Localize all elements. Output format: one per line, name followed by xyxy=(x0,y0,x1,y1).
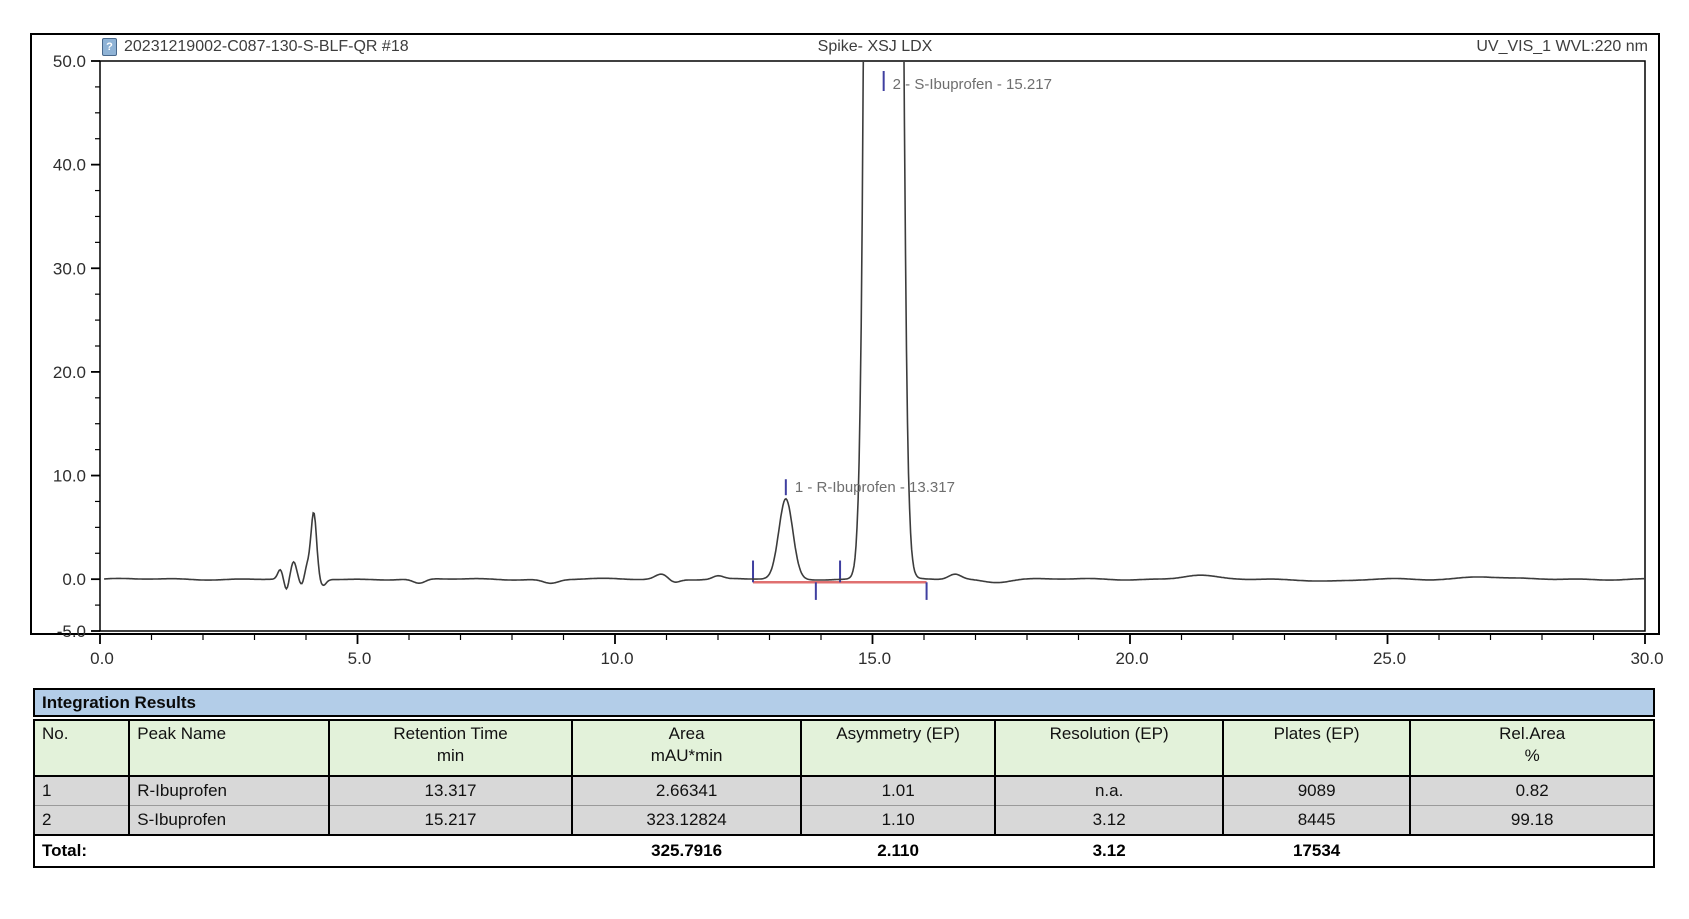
peak-label: 1 - R-Ibuprofen - 13.317 xyxy=(795,479,955,496)
table-row: 1R-Ibuprofen13.3172.663411.01n.a.90890.8… xyxy=(34,776,1654,806)
injection-icon-glyph: ? xyxy=(106,42,113,53)
results-table-foot: Total: 325.79162.1103.1217534 xyxy=(34,835,1654,867)
injection-name: Spike- XSJ LDX xyxy=(818,38,933,56)
outer-frame xyxy=(31,34,1659,634)
table-cell-retention-time: 13.317 xyxy=(329,776,573,806)
col-header-unit: mAU*min xyxy=(580,746,793,766)
col-header-no: No. xyxy=(34,720,129,776)
col-header-area: AreamAU*min xyxy=(572,720,801,776)
chart-header: ? 20231219002-C087-130-S-BLF-QR #18 Spik… xyxy=(102,38,1648,56)
y-axis-tick-label: 0.0 xyxy=(62,570,86,589)
injection-icon: ? xyxy=(102,38,117,56)
y-axis-tick-label: -5.0 xyxy=(57,622,86,641)
col-header-label: Area xyxy=(580,724,793,744)
col-header-label: Retention Time xyxy=(337,724,565,744)
table-cell-rel-area: 99.18 xyxy=(1410,806,1654,836)
table-cell-area: 323.12824 xyxy=(572,806,801,836)
x-axis-tick-label: 25.0 xyxy=(1373,649,1406,668)
table-cell-resolution-ep: n.a. xyxy=(995,776,1223,806)
total-asymmetry-ep: 2.110 xyxy=(801,835,995,867)
col-header-unit: % xyxy=(1418,746,1646,766)
total-resolution-ep: 3.12 xyxy=(995,835,1223,867)
results-header-row: No.Peak NameRetention TimeminAreamAU*min… xyxy=(34,720,1654,776)
x-axis-tick-label: 10.0 xyxy=(600,649,633,668)
total-peak-name xyxy=(129,835,328,867)
x-axis-tick-label: 15.0 xyxy=(858,649,891,668)
total-retention-time xyxy=(329,835,573,867)
table-cell-no: 2 xyxy=(34,806,129,836)
integration-results: Integration Results No. Peak Name Retentio… xyxy=(33,688,1655,868)
results-table-body: 1R-Ibuprofen13.3172.663411.01n.a.90890.8… xyxy=(34,776,1654,835)
col-header-label: Rel.Area xyxy=(1418,724,1646,744)
total-row: Total: 325.79162.1103.1217534 xyxy=(34,835,1654,867)
chromatogram: -5.00.010.020.030.040.050.00.05.010.015.… xyxy=(30,33,1680,681)
y-axis-tick-label: 50.0 xyxy=(53,52,86,71)
table-cell-asymmetry-ep: 1.01 xyxy=(801,776,995,806)
channel-label: UV_VIS_1 WVL:220 nm xyxy=(932,38,1648,56)
sample-id: 20231219002-C087-130-S-BLF-QR #18 xyxy=(124,38,409,56)
results-table: No.Peak NameRetention TimeminAreamAU*min… xyxy=(33,719,1655,868)
plot-frame xyxy=(100,61,1645,631)
results-table-head: No.Peak NameRetention TimeminAreamAU*min… xyxy=(34,720,1654,776)
table-cell-plates-ep: 9089 xyxy=(1223,776,1410,806)
x-axis-tick-label: 0.0 xyxy=(90,649,114,668)
col-header-retention-time: Retention Timemin xyxy=(329,720,573,776)
table-cell-no: 1 xyxy=(34,776,129,806)
total-area: 325.7916 xyxy=(572,835,801,867)
total-label: Total: xyxy=(34,835,129,867)
x-axis-tick-label: 5.0 xyxy=(348,649,372,668)
total-plates-ep: 17534 xyxy=(1223,835,1410,867)
col-header-rel-area: Rel.Area% xyxy=(1410,720,1654,776)
y-axis-tick-label: 20.0 xyxy=(53,363,86,382)
y-axis-tick-label: 30.0 xyxy=(53,259,86,278)
table-cell-retention-time: 15.217 xyxy=(329,806,573,836)
table-cell-peak-name: S-Ibuprofen xyxy=(129,806,328,836)
col-header-label: Peak Name xyxy=(137,724,320,744)
col-header-unit: min xyxy=(337,746,565,766)
col-header-label: Asymmetry (EP) xyxy=(809,724,987,744)
chromatogram-plot: -5.00.010.020.030.040.050.00.05.010.015.… xyxy=(30,33,1680,681)
col-header-label: No. xyxy=(42,724,121,744)
y-axis-tick-label: 10.0 xyxy=(53,467,86,486)
table-cell-area: 2.66341 xyxy=(572,776,801,806)
total-rel-area xyxy=(1410,835,1654,867)
x-axis-tick-label: 30.0 xyxy=(1630,649,1663,668)
table-cell-peak-name: R-Ibuprofen xyxy=(129,776,328,806)
peak-label: 2 - S-Ibuprofen - 15.217 xyxy=(893,76,1052,93)
table-title: Integration Results xyxy=(33,688,1655,717)
chromatogram-trace xyxy=(104,0,1645,589)
report-page: { "chart": { "sample_id": "20231219002-C… xyxy=(0,0,1689,919)
col-header-asymmetry-ep: Asymmetry (EP) xyxy=(801,720,995,776)
col-header-plates-ep: Plates (EP) xyxy=(1223,720,1410,776)
table-row: 2S-Ibuprofen15.217323.128241.103.1284459… xyxy=(34,806,1654,836)
table-cell-resolution-ep: 3.12 xyxy=(995,806,1223,836)
y-axis-tick-label: 40.0 xyxy=(53,156,86,175)
col-header-label: Resolution (EP) xyxy=(1003,724,1215,744)
x-axis-tick-label: 20.0 xyxy=(1115,649,1148,668)
col-header-peak-name: Peak Name xyxy=(129,720,328,776)
table-cell-rel-area: 0.82 xyxy=(1410,776,1654,806)
table-cell-asymmetry-ep: 1.10 xyxy=(801,806,995,836)
table-cell-plates-ep: 8445 xyxy=(1223,806,1410,836)
chart-header-left: ? 20231219002-C087-130-S-BLF-QR #18 xyxy=(102,38,818,56)
col-header-label: Plates (EP) xyxy=(1231,724,1402,744)
col-header-resolution-ep: Resolution (EP) xyxy=(995,720,1223,776)
